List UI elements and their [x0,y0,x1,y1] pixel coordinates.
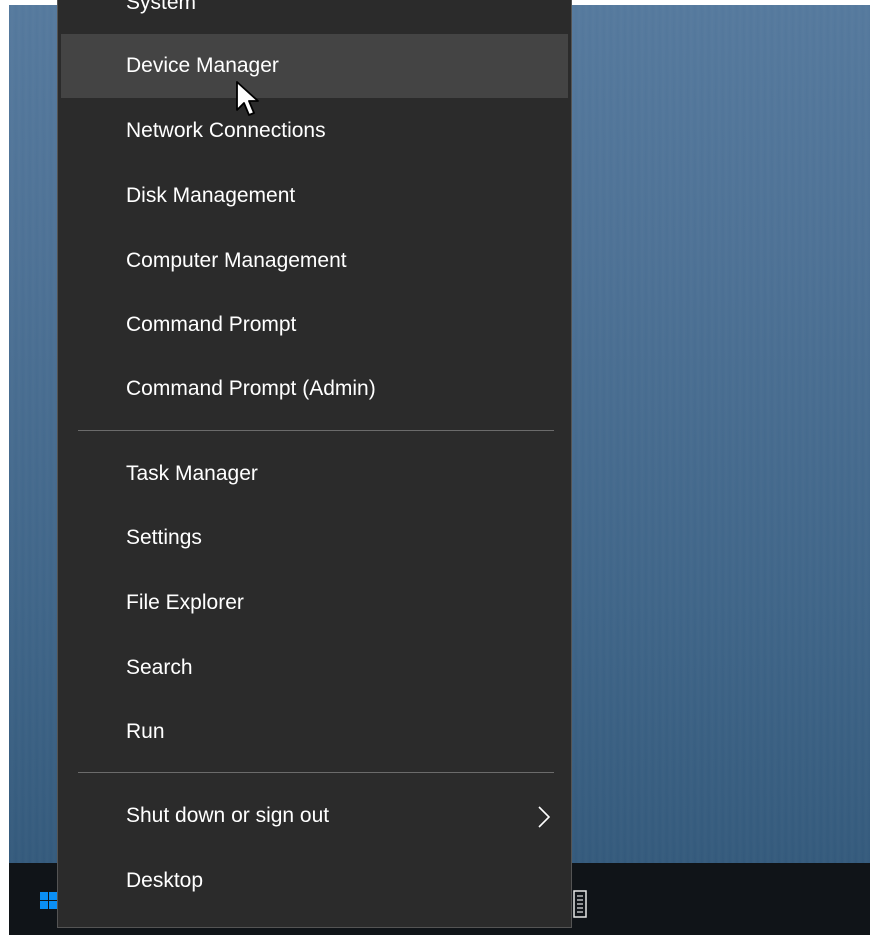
menu-item-label: Shut down or sign out [126,804,330,827]
menu-item-system[interactable]: System [61,0,568,35]
power-user-menu: System Device Manager Network Connection… [57,0,572,928]
menu-item-command-prompt[interactable]: Command Prompt [61,293,568,357]
taskbar-app-icon[interactable] [573,890,587,918]
screen: System Device Manager Network Connection… [0,0,870,940]
menu-item-command-prompt-admin[interactable]: Command Prompt (Admin) [61,357,568,421]
menu-separator [78,430,554,431]
menu-separator [78,772,554,773]
menu-item-search[interactable]: Search [61,636,568,700]
menu-item-shut-down-or-sign-out[interactable]: Shut down or sign out [61,784,568,848]
windows-logo-icon [40,892,57,909]
menu-item-settings[interactable]: Settings [61,506,568,570]
start-button[interactable] [9,863,57,940]
menu-item-task-manager[interactable]: Task Manager [61,442,568,506]
menu-item-desktop[interactable]: Desktop [61,849,568,913]
menu-item-disk-management[interactable]: Disk Management [61,164,568,228]
menu-item-run[interactable]: Run [61,700,568,764]
chevron-right-icon [538,806,550,828]
screen-edge [0,0,9,940]
menu-item-computer-management[interactable]: Computer Management [61,229,568,293]
menu-item-file-explorer[interactable]: File Explorer [61,571,568,635]
menu-item-network-connections[interactable]: Network Connections [61,99,568,163]
menu-item-device-manager[interactable]: Device Manager [61,34,568,98]
screen-edge-bottom [9,935,870,940]
